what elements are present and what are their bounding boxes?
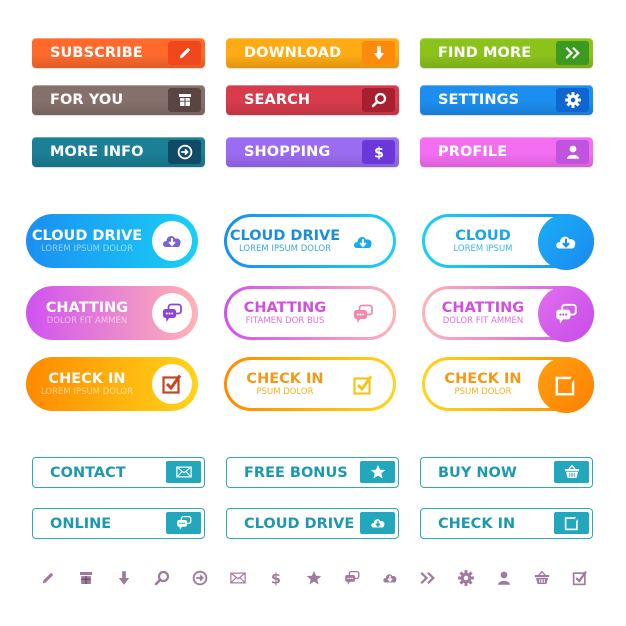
star-icon: [360, 461, 395, 483]
dollar-icon: $: [266, 568, 286, 588]
checkbox-icon: [152, 364, 192, 404]
subscribe-button[interactable]: SUBSCRIBE: [32, 38, 205, 68]
profile-button[interactable]: PROFILE: [420, 137, 593, 167]
pill-title: CHECK IN: [48, 370, 126, 387]
pill-subtitle: PSUM DOLOR: [454, 386, 512, 397]
settings-button[interactable]: SETTINGS: [420, 85, 593, 115]
gift-box-icon: [168, 88, 201, 112]
contact-outline-button[interactable]: CONTACT: [32, 457, 205, 488]
checkbox-icon: [351, 373, 375, 397]
search-button[interactable]: SEARCH: [226, 85, 399, 115]
button-label: CONTACT: [50, 464, 126, 481]
pill-subtitle: DOLOR FIT AMMEN: [442, 315, 524, 326]
star-icon: [304, 568, 324, 588]
arrow-down-icon: [362, 41, 395, 65]
online-outline-button[interactable]: ONLINE: [32, 508, 205, 539]
cloud-download-icon: [152, 221, 192, 261]
chatting-pill-button[interactable]: CHATTING DOLOR FIT AMMEN: [422, 286, 594, 342]
envelope-icon: [228, 568, 248, 588]
cloud-drive-outline-button[interactable]: CLOUD DRIVE: [226, 508, 399, 539]
checkbox-icon: [570, 568, 590, 588]
button-label: CHECK IN: [438, 515, 516, 532]
more-info-button[interactable]: MORE INFO: [32, 137, 205, 167]
cloud-drive-pill-button[interactable]: CLOUD DRIVE LOREM IPSUM DOLOR: [26, 214, 198, 268]
for-you-button[interactable]: FOR YOU: [32, 85, 205, 115]
check-in-outline-button[interactable]: CHECK IN: [420, 508, 593, 539]
double-chevron-right-icon: [418, 568, 438, 588]
button-label: FREE BONUS: [244, 464, 348, 481]
pill-title: CLOUD DRIVE: [31, 227, 143, 244]
cloud-download-icon: [380, 568, 400, 588]
pencil-icon: [38, 568, 58, 588]
pill-title: CHATTING: [441, 299, 525, 316]
pill-title: CHATTING: [243, 299, 327, 316]
double-chevron-right-icon: [556, 41, 589, 65]
chat-bubbles-icon: [351, 302, 375, 326]
magnifier-icon: [152, 568, 172, 588]
pill-title: CHECK IN: [246, 370, 324, 387]
circle-arrow-right-icon: [168, 140, 201, 164]
chat-bubbles-icon: [538, 286, 594, 342]
pencil-icon: [168, 41, 201, 65]
gear-icon: [556, 88, 589, 112]
basket-icon: [532, 568, 552, 588]
pill-title: CHECK IN: [444, 370, 522, 387]
cloud-download-icon: [351, 230, 375, 254]
check-in-pill-button[interactable]: CHECK IN LOREM IPSUM DOLOR: [26, 357, 198, 411]
user-icon: [494, 568, 514, 588]
find-more-button[interactable]: FIND MORE: [420, 38, 593, 68]
pill-subtitle: DOLOR FIT AMMEN: [46, 315, 128, 326]
checkbox-icon: [554, 512, 589, 534]
gear-icon: [456, 568, 476, 588]
chat-bubbles-icon: [342, 568, 362, 588]
svg-text:$: $: [271, 571, 281, 587]
cloud-download-icon: [360, 512, 395, 534]
pill-subtitle: LOREM IPSUM DOLOR: [239, 243, 331, 254]
arrow-down-icon: [114, 568, 134, 588]
check-in-pill-button[interactable]: CHECK IN PSUM DOLOR: [422, 357, 594, 413]
chat-bubbles-icon: [166, 512, 201, 534]
svg-text:$: $: [374, 145, 384, 161]
shopping-button[interactable]: SHOPPING $: [226, 137, 399, 167]
cloud-download-icon: [538, 214, 594, 270]
gift-box-icon: [76, 568, 96, 588]
free-bonus-outline-button[interactable]: FREE BONUS: [226, 457, 399, 488]
check-in-pill-button[interactable]: CHECK IN PSUM DOLOR: [224, 357, 396, 411]
button-label: BUY NOW: [438, 464, 517, 481]
user-icon: [556, 140, 589, 164]
pill-subtitle: FITAMEN DOR BUS: [245, 315, 325, 326]
pill-subtitle: PSUM DOLOR: [256, 386, 314, 397]
pill-subtitle: LOREM IPSUM DOLOR: [41, 243, 133, 254]
buy-now-outline-button[interactable]: BUY NOW: [420, 457, 593, 488]
pill-subtitle: LOREM IPSUM: [453, 243, 513, 254]
checkbox-icon: [538, 357, 594, 413]
pill-title: CHATTING: [45, 299, 129, 316]
button-label: CLOUD DRIVE: [244, 515, 355, 532]
button-label: ONLINE: [50, 515, 112, 532]
chatting-pill-button[interactable]: CHATTING DOLOR FIT AMMEN: [26, 286, 198, 340]
magnifier-icon: [362, 88, 395, 112]
circle-arrow-right-icon: [190, 568, 210, 588]
cloud-drive-pill-button[interactable]: CLOUD DRIVE LOREM IPSUM DOLOR: [224, 214, 396, 268]
pill-subtitle: LOREM IPSUM DOLOR: [41, 386, 133, 397]
pill-title: CLOUD: [455, 227, 511, 244]
pill-title: CLOUD DRIVE: [229, 227, 341, 244]
basket-icon: [554, 461, 589, 483]
chat-bubbles-icon: [152, 293, 192, 333]
icon-strip: $: [38, 567, 590, 589]
chatting-pill-button[interactable]: CHATTING FITAMEN DOR BUS: [224, 286, 396, 340]
dollar-icon: $: [362, 140, 395, 164]
cloud-pill-button[interactable]: CLOUD LOREM IPSUM: [422, 214, 594, 270]
envelope-icon: [166, 461, 201, 483]
download-button[interactable]: DOWNLOAD: [226, 38, 399, 68]
